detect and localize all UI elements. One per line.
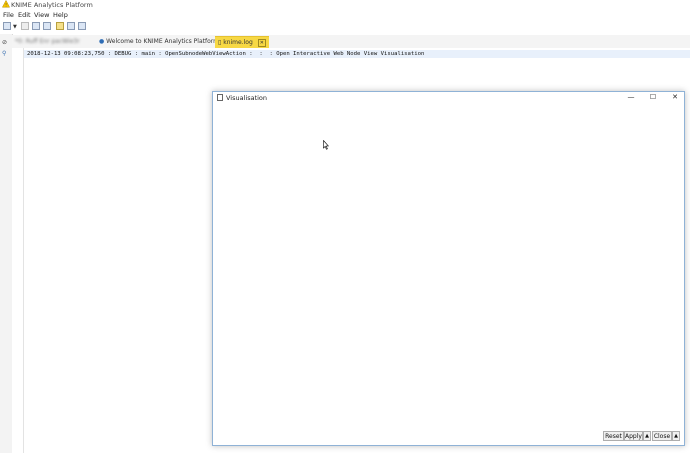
tab-welcome-label: Welcome to KNIME Analytics Platform <box>106 38 219 45</box>
editor-tab-bar: *0: Ruff Enr pacWie3r ● Welcome to KNIME… <box>12 35 690 49</box>
menu-edit[interactable]: Edit <box>18 11 31 19</box>
apply-dropdown-button[interactable]: ▲ <box>643 431 651 441</box>
execute-all-icon[interactable] <box>78 22 86 30</box>
execute-icon[interactable] <box>67 22 75 30</box>
app-titlebar: ! KNIME Analytics Platform <box>0 0 690 10</box>
mouse-cursor-icon <box>323 140 329 150</box>
document-icon <box>217 94 223 101</box>
dialog-titlebar[interactable]: Visualisation — ☐ ✕ <box>213 92 684 104</box>
svg-text:!: ! <box>5 2 7 7</box>
menu-view[interactable]: View <box>34 11 49 19</box>
save-as-icon[interactable] <box>32 22 40 30</box>
tab-welcome[interactable]: ● Welcome to KNIME Analytics Platform <box>99 36 219 47</box>
editor-gutter <box>12 48 24 453</box>
save-all-icon[interactable] <box>43 22 51 30</box>
main-toolbar: ▼ <box>0 20 690 34</box>
apply-button[interactable]: Apply <box>624 431 643 441</box>
globe-icon: ● <box>99 38 105 45</box>
configure-icon[interactable] <box>56 22 64 30</box>
menu-file[interactable]: File <box>3 11 14 19</box>
save-icon[interactable] <box>21 22 29 30</box>
dialog-title: Visualisation <box>226 94 268 102</box>
close-window-button[interactable]: ✕ <box>668 93 682 101</box>
file-icon: ▯ <box>218 39 222 46</box>
app-title: KNIME Analytics Platform <box>11 1 93 9</box>
close-button[interactable]: Close <box>652 431 672 441</box>
minimize-button[interactable]: — <box>624 93 638 101</box>
chevron-down-icon[interactable]: ▼ <box>13 24 17 30</box>
tab-workflow-label: *0: Ruff Enr pacWie3r <box>15 38 80 45</box>
close-icon[interactable]: ✕ <box>257 39 266 47</box>
tab-knime-log-label: knime.log <box>223 39 253 46</box>
log-line: 2018-12-13 09:08:23,750 : DEBUG : main :… <box>24 50 690 58</box>
maximize-button[interactable]: ☐ <box>646 93 660 101</box>
visualisation-dialog: Visualisation — ☐ ✕ Reset Apply ▲ Close … <box>212 91 685 446</box>
node-repository-icon[interactable]: ⚲ <box>2 50 6 57</box>
tab-knime-log[interactable]: ▯ knime.log ✕ <box>215 36 269 48</box>
tab-workflow[interactable]: *0: Ruff Enr pacWie3r <box>15 36 80 47</box>
knime-logo-icon: ! <box>2 0 10 8</box>
new-workflow-icon[interactable] <box>3 22 11 30</box>
close-dropdown-button[interactable]: ▲ <box>672 431 680 441</box>
menu-help[interactable]: Help <box>53 11 68 19</box>
reset-button[interactable]: Reset <box>603 431 624 441</box>
restore-icon[interactable]: ⊘ <box>2 39 7 46</box>
menu-bar: File Edit View Help <box>0 10 690 20</box>
